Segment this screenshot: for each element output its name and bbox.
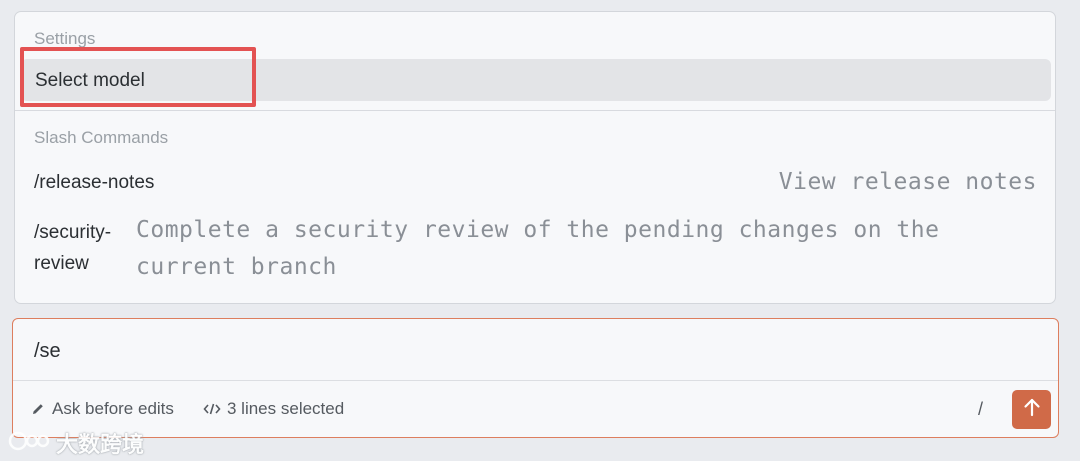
arrow-up-icon — [1021, 396, 1043, 423]
code-icon — [203, 401, 221, 417]
watermark: 大数跨境 — [8, 427, 144, 459]
edit-mode-label: Ask before edits — [52, 399, 174, 418]
settings-section-title: Settings — [34, 29, 96, 48]
slash-commands-button[interactable]: / — [978, 399, 983, 420]
pencil-icon — [30, 401, 46, 417]
edit-mode-toggle[interactable]: Ask before edits — [30, 399, 174, 419]
command-name: /security-review — [34, 222, 112, 274]
command-name: /release-notes — [34, 172, 155, 193]
selection-indicator[interactable]: 3 lines selected — [203, 399, 344, 419]
composer: /se Ask before edits 3 lines selected / — [12, 318, 1059, 438]
command-item-release-notes[interactable]: /release-notes View release notes — [15, 167, 1055, 203]
watermark-text: 大数跨境 — [56, 432, 145, 457]
send-button[interactable] — [1012, 390, 1051, 429]
command-item-security-review[interactable]: /security-review Complete a security rev… — [15, 212, 1055, 292]
menu-divider — [15, 110, 1055, 111]
watermark-logo-icon — [8, 429, 50, 458]
slash-commands-section-title: Slash Commands — [34, 128, 169, 147]
command-description: Complete a security review of the pendin… — [136, 217, 940, 280]
select-model-item[interactable]: Select model — [21, 59, 1051, 101]
select-model-label: Select model — [35, 70, 145, 91]
prompt-input[interactable]: /se — [34, 340, 61, 363]
command-menu: Settings Select model Slash Commands /re… — [14, 11, 1056, 304]
composer-divider — [13, 380, 1058, 381]
command-description: View release notes — [778, 169, 1037, 195]
selection-label: 3 lines selected — [227, 399, 345, 418]
